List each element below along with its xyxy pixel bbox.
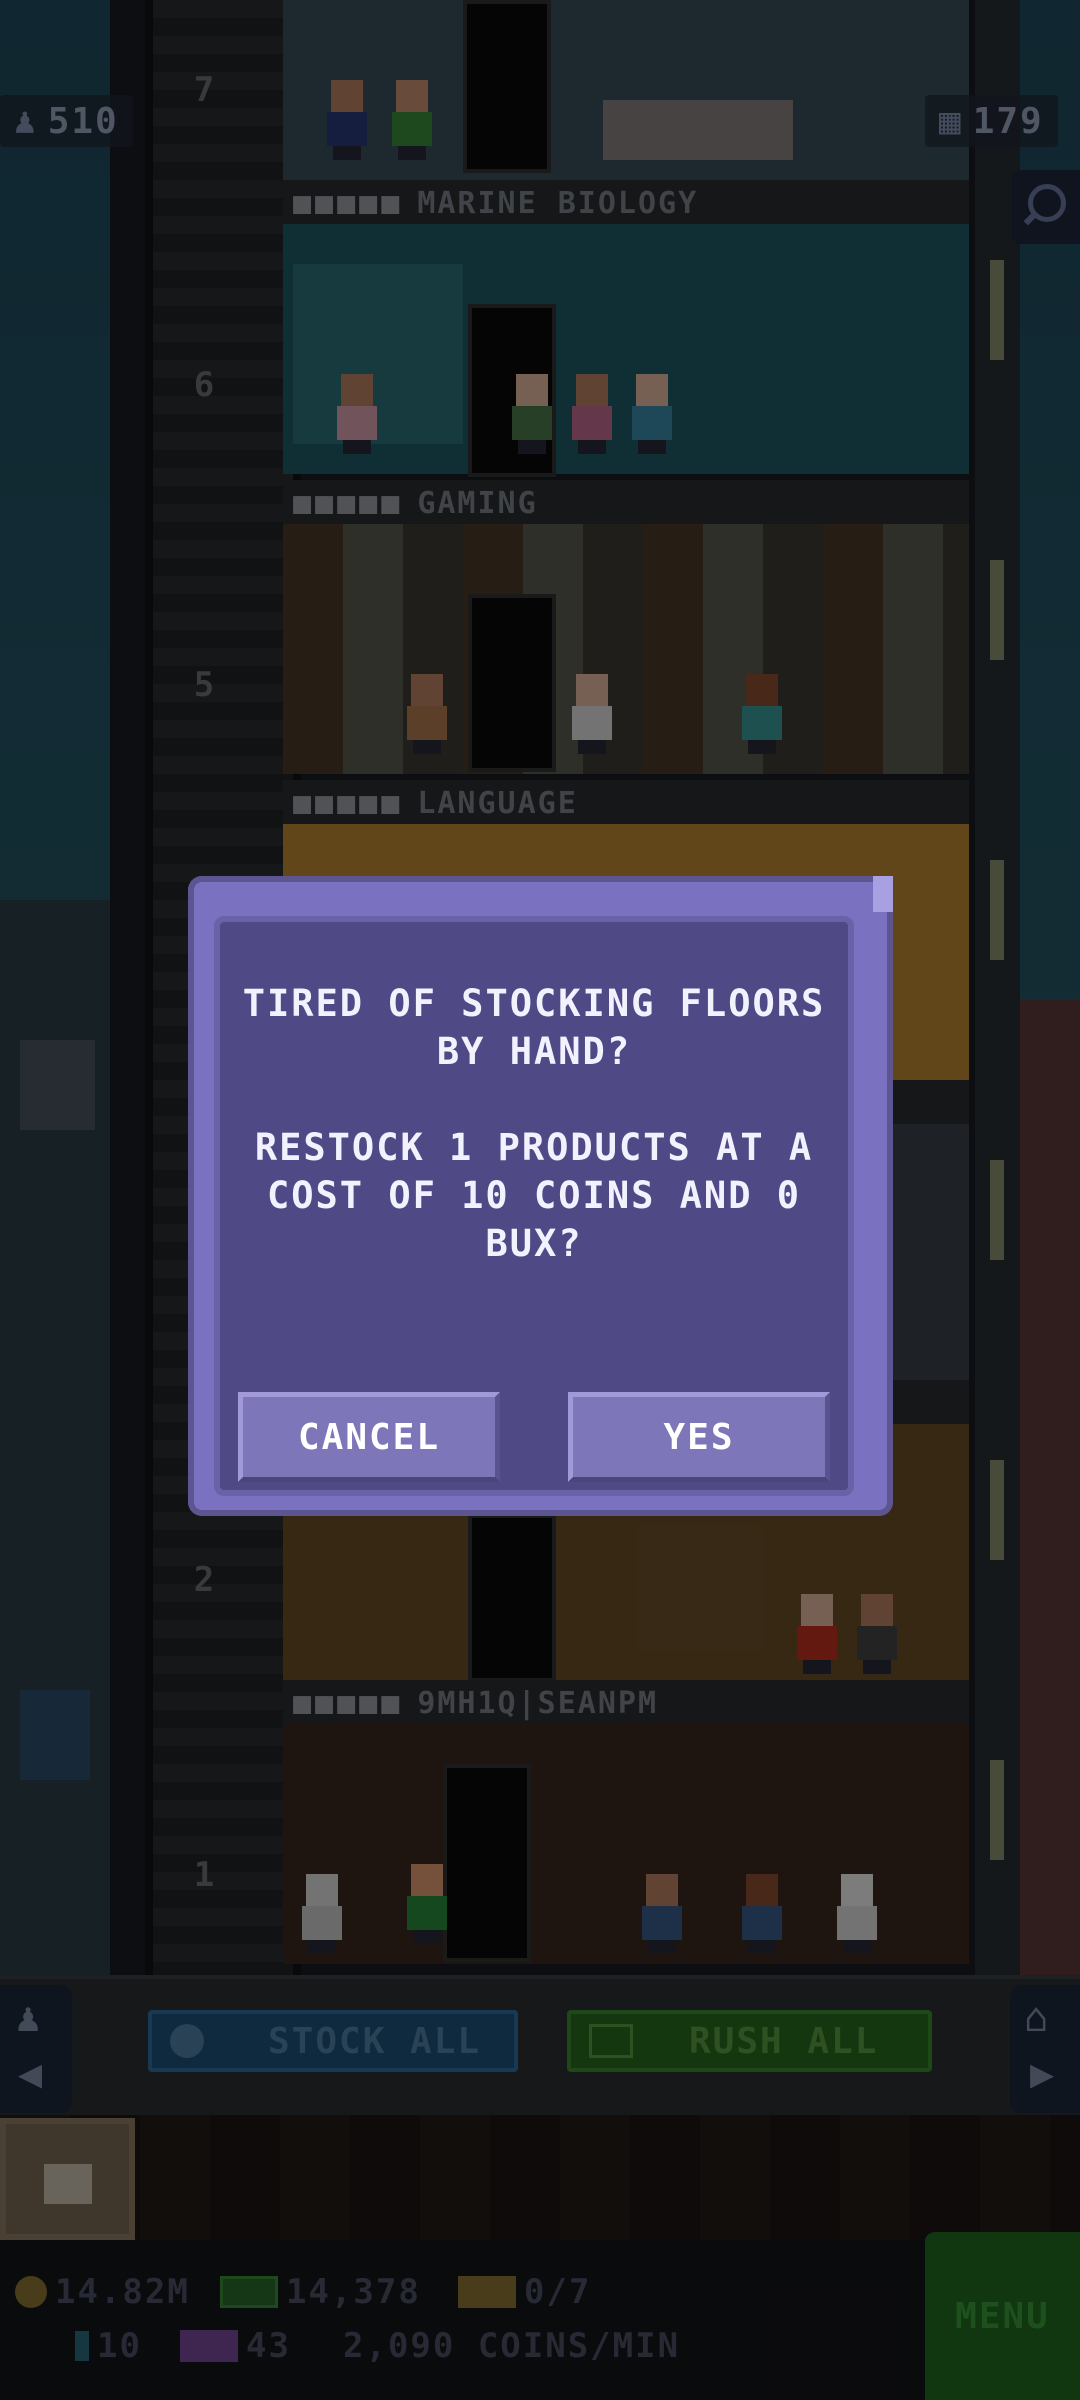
yes-button[interactable]: YES xyxy=(568,1392,830,1482)
yes-label: YES xyxy=(663,1416,735,1458)
dialog-message-line: COST OF 10 COINS AND 0 xyxy=(266,1174,802,1217)
dialog-message-line: BUX? xyxy=(485,1222,583,1265)
restock-dialog: TIRED OF STOCKING FLOORS BY HAND? RESTOC… xyxy=(188,876,893,1516)
dialog-corner xyxy=(873,876,893,912)
dialog-panel: TIRED OF STOCKING FLOORS BY HAND? RESTOC… xyxy=(214,916,854,1496)
cancel-button[interactable]: CANCEL xyxy=(238,1392,500,1482)
dialog-message-line: BY HAND? xyxy=(436,1030,632,1073)
cancel-label: CANCEL xyxy=(297,1416,441,1458)
dialog-message-line: TIRED OF STOCKING FLOORS xyxy=(242,982,826,1025)
dialog-message-line: RESTOCK 1 PRODUCTS AT A xyxy=(254,1126,814,1169)
